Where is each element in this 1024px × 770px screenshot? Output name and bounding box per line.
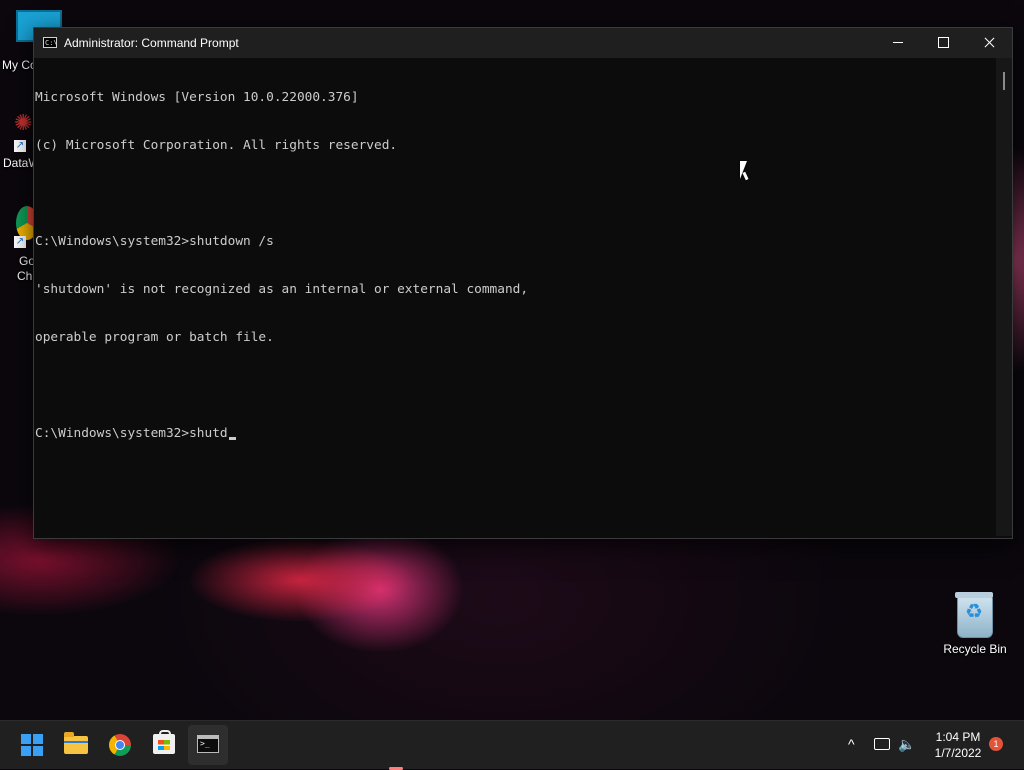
start-button[interactable] (12, 725, 52, 765)
title-bar[interactable]: C:\ Administrator: Command Prompt (34, 28, 1012, 58)
close-button[interactable] (967, 28, 1013, 58)
window-title: Administrator: Command Prompt (64, 36, 239, 50)
taskbar-file-explorer[interactable] (56, 725, 96, 765)
notification-badge[interactable]: 1 (989, 737, 1003, 751)
console-line: operable program or batch file. (35, 330, 274, 345)
shortcut-arrow-icon: ↗ (14, 140, 26, 152)
console-prompt-text: C:\Windows\system32>shutd (35, 426, 228, 441)
taskbar-clock[interactable]: 1:04 PM 1/7/2022 (928, 729, 988, 761)
network-icon[interactable] (874, 738, 890, 750)
desktop-icon-label: My Co (2, 58, 37, 72)
terminal-icon (197, 735, 219, 753)
taskbar-command-prompt[interactable] (188, 725, 403, 770)
cmd-app-icon: C:\ (43, 37, 58, 48)
taskbar-microsoft-store[interactable] (144, 725, 184, 765)
taskbar-chrome[interactable] (100, 725, 140, 765)
scrollbar-thumb[interactable] (1003, 72, 1005, 90)
console-line: (c) Microsoft Corporation. All rights re… (35, 138, 398, 153)
console-output[interactable]: Microsoft Windows [Version 10.0.22000.37… (34, 58, 996, 536)
taskbar: ^ 🔈 1:04 PM 1/7/2022 1 (0, 720, 1024, 770)
console-line: C:\Windows\system32>shutdown /s (35, 234, 274, 249)
folder-icon (64, 732, 88, 754)
desktop-icon-my-computer[interactable]: My Co (0, 10, 62, 72)
store-bag-icon (153, 730, 175, 754)
chrome-icon (109, 734, 131, 756)
console-line: 'shutdown' is not recognized as an inter… (35, 282, 529, 297)
clock-time: 1:04 PM (935, 730, 981, 744)
clock-date: 1/7/2022 (934, 746, 982, 760)
volume-icon[interactable]: 🔈 (898, 735, 915, 753)
shortcut-arrow-icon: ↗ (14, 236, 26, 248)
command-prompt-window[interactable]: C:\ Administrator: Command Prompt Micros… (33, 27, 1013, 539)
vertical-scrollbar[interactable] (996, 58, 1012, 536)
console-input-line[interactable]: C:\Windows\system32>shutd (35, 426, 996, 442)
minimize-button[interactable] (875, 28, 921, 58)
desktop-icon-label: Recycle Bin (943, 642, 1007, 656)
recycle-bin-icon (955, 592, 993, 638)
text-cursor (228, 437, 236, 440)
chevron-up-icon[interactable]: ^ (848, 735, 855, 753)
windows-logo-icon (21, 734, 43, 756)
maximize-button[interactable] (921, 28, 967, 58)
desktop-icon-recycle-bin[interactable]: Recycle Bin (938, 592, 1012, 656)
console-line: Microsoft Windows [Version 10.0.22000.37… (35, 90, 359, 105)
